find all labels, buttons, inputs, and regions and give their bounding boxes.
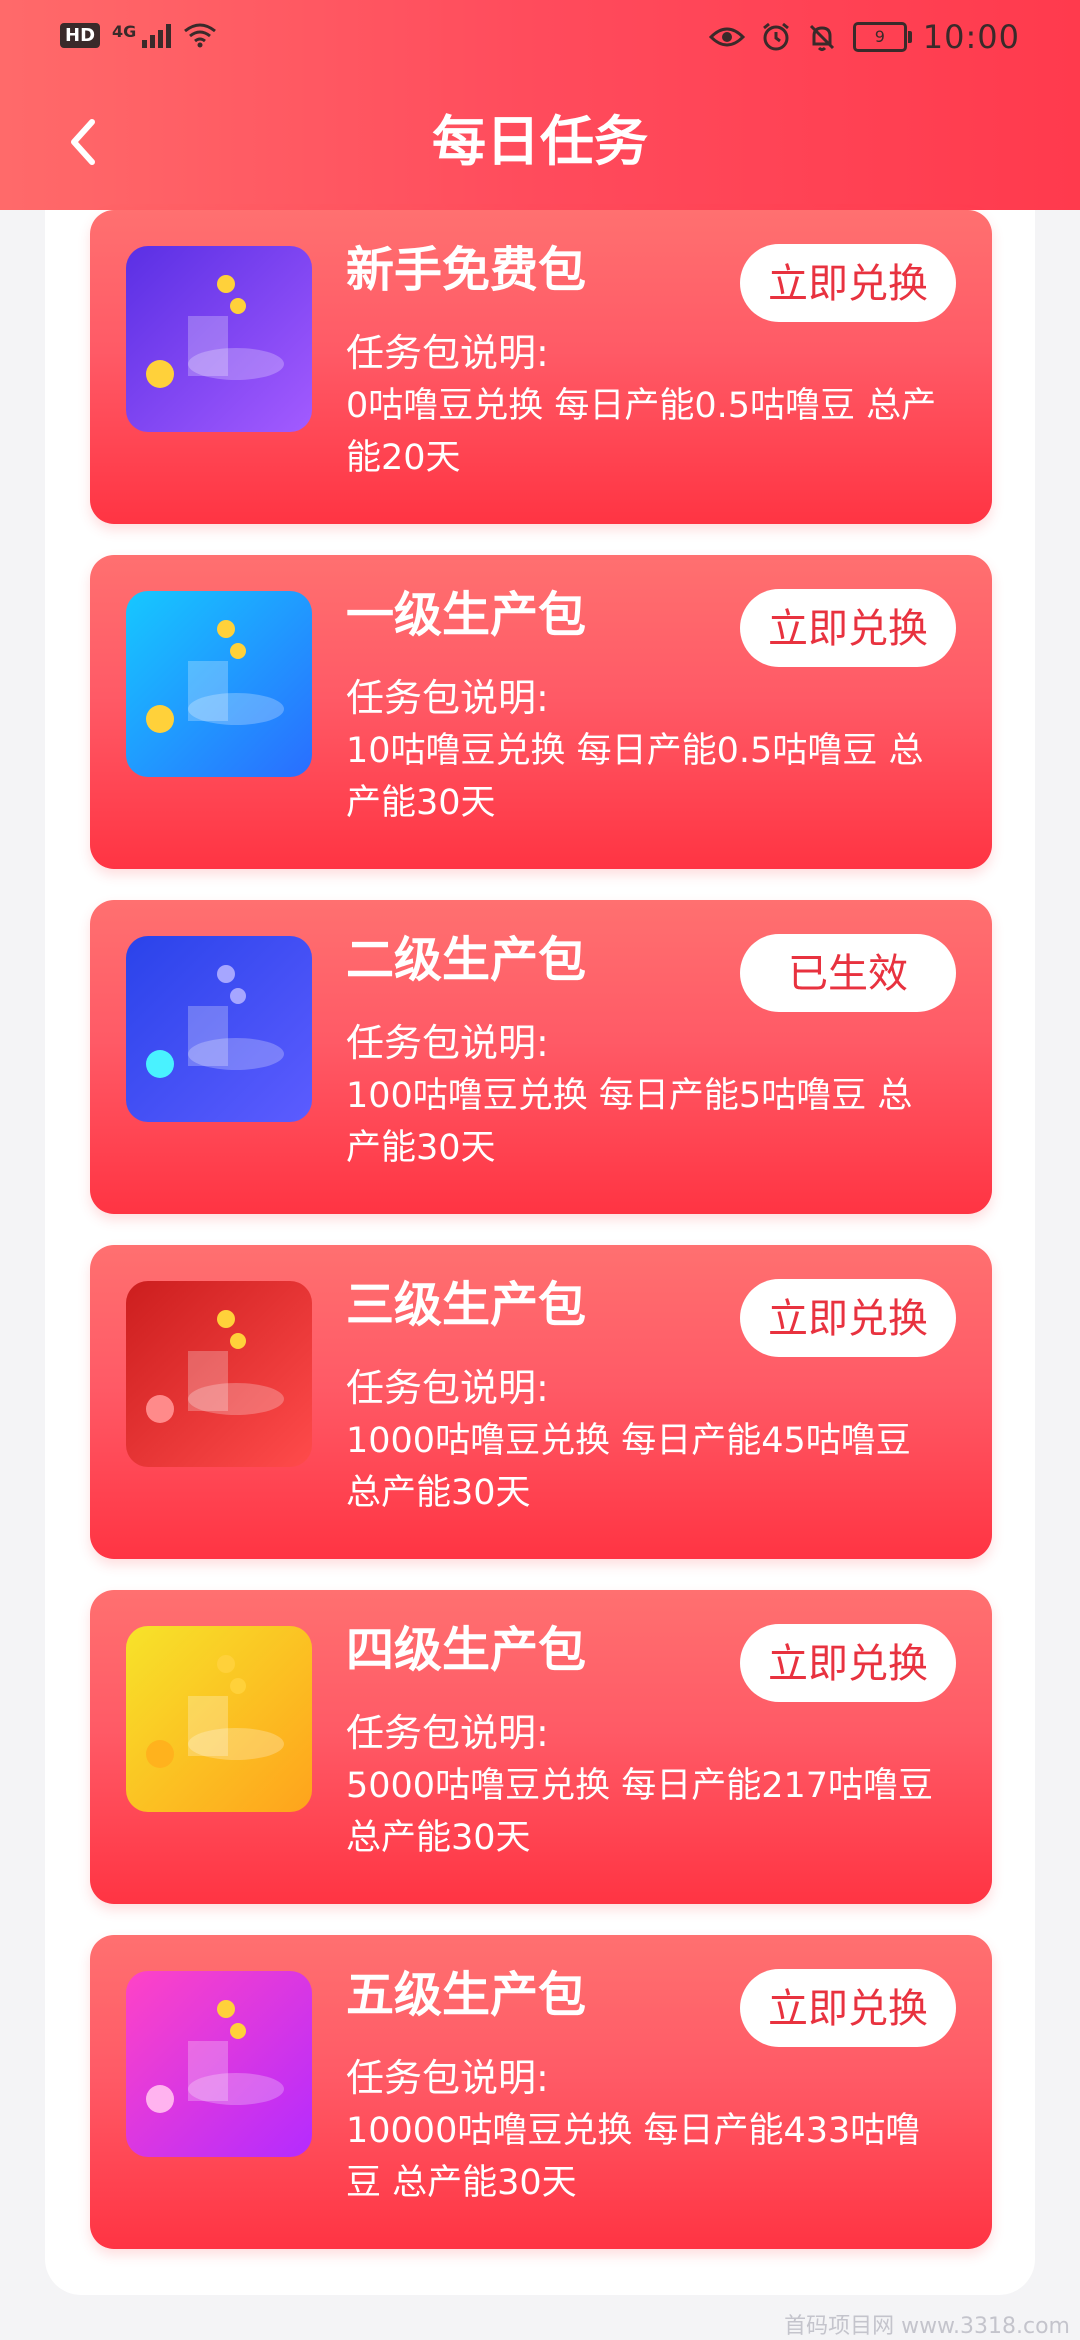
package-description: 10咕噜豆兑换 每日产能0.5咕噜豆 总产能30天	[346, 731, 924, 823]
alarm-icon	[762, 22, 789, 51]
package-thumbnail	[126, 1971, 312, 2157]
package-desc-label: 任务包说明:	[346, 1021, 549, 1065]
watermark: 首码项目网 www.3318.com	[784, 2314, 1070, 2339]
task-card: 二级生产包 任务包说明: 100咕噜豆兑换 每日产能5咕噜豆 总产能30天 已生…	[90, 900, 992, 1214]
package-description: 10000咕噜豆兑换 每日产能433咕噜豆 总产能30天	[346, 2111, 921, 2203]
task-panel: 新手免费包 任务包说明: 0咕噜豆兑换 每日产能0.5咕噜豆 总产能20天 立即…	[45, 210, 1035, 2295]
status-right: 9 10:00	[708, 18, 1020, 56]
package-desc-label: 任务包说明:	[346, 331, 549, 375]
hd-badge: HD	[60, 22, 101, 48]
package-title: 二级生产包	[346, 932, 587, 988]
active-status-button[interactable]: 已生效	[740, 934, 956, 1012]
task-card: 三级生产包 任务包说明: 1000咕噜豆兑换 每日产能45咕噜豆 总产能30天 …	[90, 1245, 992, 1559]
wifi-icon	[184, 23, 217, 48]
package-illustration-icon	[126, 1626, 312, 1812]
status-time: 10:00	[922, 18, 1020, 56]
status-bar: HD 4G 9 10:00	[0, 0, 1080, 82]
status-left: HD 4G	[60, 22, 217, 48]
package-illustration-icon	[126, 1281, 312, 1467]
package-illustration-icon	[126, 936, 312, 1122]
signal-icon	[142, 22, 172, 48]
top-header-bar: HD 4G 9 10:00 每日任务	[0, 0, 1080, 210]
package-title: 新手免费包	[346, 242, 587, 298]
package-illustration-icon	[126, 1971, 312, 2157]
eye-icon	[708, 27, 745, 47]
package-desc-label: 任务包说明:	[346, 1366, 549, 1410]
package-thumbnail	[126, 246, 312, 432]
nav-bar: 每日任务	[0, 82, 1080, 210]
package-title: 四级生产包	[346, 1622, 587, 1678]
redeem-button[interactable]: 立即兑换	[740, 244, 956, 322]
package-desc-label: 任务包说明:	[346, 2056, 549, 2100]
redeem-button[interactable]: 立即兑换	[740, 1279, 956, 1357]
package-description: 0咕噜豆兑换 每日产能0.5咕噜豆 总产能20天	[346, 386, 937, 478]
package-description: 5000咕噜豆兑换 每日产能217咕噜豆 总产能30天	[346, 1766, 934, 1858]
package-desc-label: 任务包说明:	[346, 1711, 549, 1755]
package-thumbnail	[126, 591, 312, 777]
task-card: 新手免费包 任务包说明: 0咕噜豆兑换 每日产能0.5咕噜豆 总产能20天 立即…	[90, 210, 992, 524]
package-description: 1000咕噜豆兑换 每日产能45咕噜豆 总产能30天	[346, 1421, 911, 1513]
network-type: 4G	[112, 22, 137, 41]
package-description: 100咕噜豆兑换 每日产能5咕噜豆 总产能30天	[346, 1076, 913, 1168]
page-title: 每日任务	[432, 110, 648, 173]
package-illustration-icon	[126, 591, 312, 777]
battery-icon: 9	[852, 22, 912, 52]
task-card: 一级生产包 任务包说明: 10咕噜豆兑换 每日产能0.5咕噜豆 总产能30天 立…	[90, 555, 992, 869]
package-title: 一级生产包	[346, 587, 587, 643]
task-card: 四级生产包 任务包说明: 5000咕噜豆兑换 每日产能217咕噜豆 总产能30天…	[90, 1590, 992, 1904]
package-illustration-icon	[126, 246, 312, 432]
redeem-button[interactable]: 立即兑换	[740, 1969, 956, 2047]
redeem-button[interactable]: 立即兑换	[740, 589, 956, 667]
package-thumbnail	[126, 1281, 312, 1467]
package-title: 三级生产包	[346, 1277, 587, 1333]
task-card: 五级生产包 任务包说明: 10000咕噜豆兑换 每日产能433咕噜豆 总产能30…	[90, 1935, 992, 2249]
package-desc-label: 任务包说明:	[346, 676, 549, 720]
bell-off-icon	[809, 24, 834, 51]
redeem-button[interactable]: 立即兑换	[740, 1624, 956, 1702]
package-thumbnail	[126, 936, 312, 1122]
package-title: 五级生产包	[346, 1967, 587, 2023]
package-thumbnail	[126, 1626, 312, 1812]
